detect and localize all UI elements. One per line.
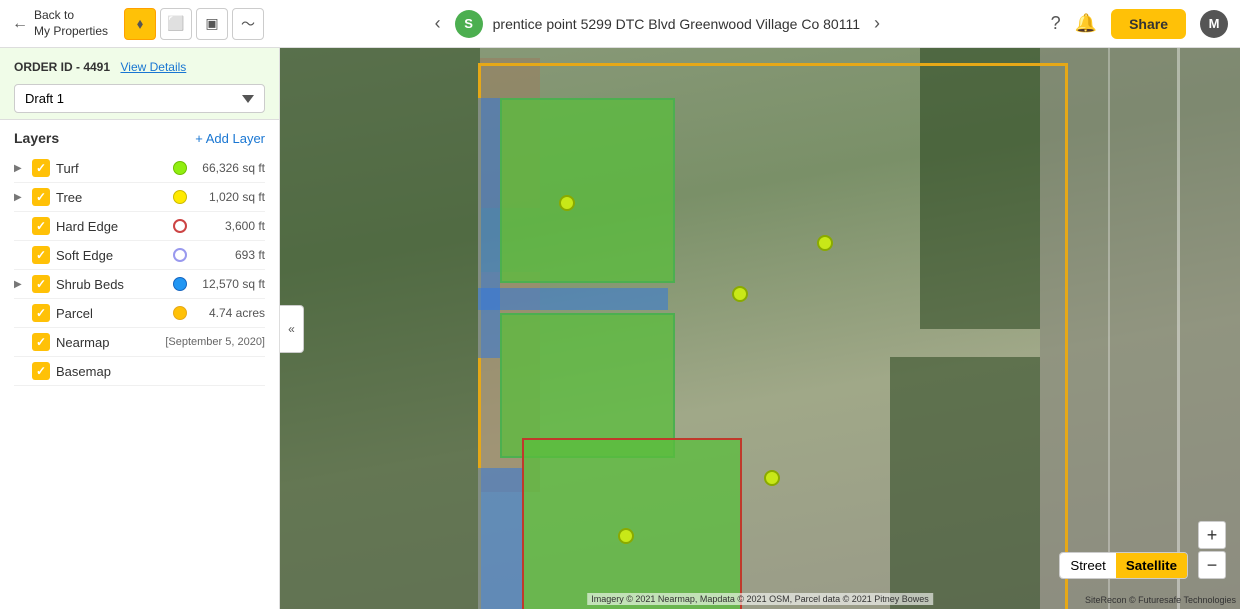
basemap-layer-name[interactable]: Basemap [56, 364, 265, 379]
user-avatar[interactable]: M [1200, 10, 1228, 38]
softedge-checkbox[interactable]: ✓ [32, 246, 50, 264]
softedge-value: 693 ft [195, 248, 265, 262]
map-marker-2[interactable] [732, 286, 748, 302]
prev-property-button[interactable]: ‹ [431, 9, 445, 38]
map-type-toggle: Street Satellite [1059, 552, 1188, 579]
street-view-button[interactable]: Street [1060, 553, 1116, 578]
shape-tool-button[interactable]: ⬜ [160, 8, 192, 40]
zoom-out-button[interactable]: − [1198, 551, 1226, 579]
expand-shrub-button[interactable]: ▶ [14, 279, 26, 290]
road-line-1 [1177, 48, 1180, 609]
expand-turf-button[interactable]: ▶ [14, 163, 26, 174]
property-name: prentice point 5299 DTC Blvd Greenwood V… [493, 16, 860, 32]
nav-center: ‹ S prentice point 5299 DTC Blvd Greenwo… [272, 9, 1043, 38]
tree-color-indicator [173, 190, 187, 204]
turf-layer-name[interactable]: Turf [56, 161, 165, 176]
back-button[interactable]: ← Back toMy Properties [12, 8, 112, 39]
tree-layer-name[interactable]: Tree [56, 190, 165, 205]
nav-right: ? 🔔 Share M [1051, 9, 1228, 39]
softedge-color-indicator [173, 248, 187, 262]
cursor-tool-button[interactable]: ⬧ [124, 8, 156, 40]
turf-value: 66,326 sq ft [195, 161, 265, 175]
tree-checkbox[interactable]: ✓ [32, 188, 50, 206]
back-arrow-icon: ← [12, 15, 28, 33]
layers-header: Layers + Add Layer [14, 130, 265, 146]
layer-row: ✓ Soft Edge 693 ft [14, 241, 265, 270]
turf-checkbox[interactable]: ✓ [32, 159, 50, 177]
zoom-in-button[interactable]: + [1198, 521, 1226, 549]
help-icon[interactable]: ? [1051, 13, 1061, 34]
shrub-color-indicator [173, 277, 187, 291]
basemap-checkbox[interactable]: ✓ [32, 362, 50, 380]
layer-row: ▶ ✓ Shrub Beds 12,570 sq ft [14, 270, 265, 299]
trees-right-top [920, 48, 1040, 329]
shrub-layer-name[interactable]: Shrub Beds [56, 277, 165, 292]
parcel-checkbox[interactable]: ✓ [32, 304, 50, 322]
order-header: ORDER ID - 4491 View Details Draft 1 [0, 48, 279, 120]
notifications-icon[interactable]: 🔔 [1075, 13, 1097, 34]
map-marker-5[interactable] [618, 528, 634, 544]
collapse-sidebar-button[interactable]: « [280, 305, 304, 353]
layers-title: Layers [14, 130, 59, 146]
layer-row: ✓ Nearmap [September 5, 2020] [14, 328, 265, 357]
building-area-2 [480, 58, 540, 208]
tree-value: 1,020 sq ft [195, 190, 265, 204]
layer-row: ✓ Basemap [14, 357, 265, 386]
softedge-layer-name[interactable]: Soft Edge [56, 248, 165, 263]
nearmap-layer-name[interactable]: Nearmap [56, 335, 161, 350]
layer-row: ▶ ✓ Turf 66,326 sq ft [14, 154, 265, 183]
map-marker-1[interactable] [559, 195, 575, 211]
siterecon-attribution: SiteRecon © Futuresafe Technologies [1085, 595, 1236, 605]
sidebar: ORDER ID - 4491 View Details Draft 1 Lay… [0, 48, 280, 609]
layer-row: ✓ Parcel 4.74 acres [14, 299, 265, 328]
layer-row: ✓ Hard Edge 3,600 ft [14, 212, 265, 241]
expand-tree-button[interactable]: ▶ [14, 192, 26, 203]
shrub-checkbox[interactable]: ✓ [32, 275, 50, 293]
map-container[interactable]: « Street Satellite + − Imagery © 2021 Ne… [280, 48, 1240, 609]
toolbar: ⬧ ⬜ ▣ 〜 [124, 8, 264, 40]
trees-left [280, 48, 480, 609]
satellite-view-button[interactable]: Satellite [1116, 553, 1187, 578]
layers-section: Layers + Add Layer ▶ ✓ Turf 66,326 sq ft… [0, 120, 279, 609]
map-attribution: Imagery © 2021 Nearmap, Mapdata © 2021 O… [587, 593, 933, 605]
hardedge-layer-name[interactable]: Hard Edge [56, 219, 165, 234]
top-nav: ← Back toMy Properties ⬧ ⬜ ▣ 〜 ‹ S prent… [0, 0, 1240, 48]
draft-selector[interactable]: Draft 1 [14, 84, 265, 113]
image-tool-button[interactable]: ▣ [196, 8, 228, 40]
back-label: Back toMy Properties [34, 8, 108, 39]
turf-color-indicator [173, 161, 187, 175]
layer-row: ▶ ✓ Tree 1,020 sq ft [14, 183, 265, 212]
view-details-link[interactable]: View Details [120, 60, 186, 74]
parcel-layer-name[interactable]: Parcel [56, 306, 165, 321]
share-button[interactable]: Share [1111, 9, 1186, 39]
building-area [480, 272, 540, 492]
map-marker-4[interactable] [764, 470, 780, 486]
parcel-color-indicator [173, 306, 187, 320]
measure-tool-button[interactable]: 〜 [232, 8, 264, 40]
nearmap-date: [September 5, 2020] [165, 336, 265, 348]
order-id: ORDER ID - 4491 [14, 60, 110, 74]
next-property-button[interactable]: › [870, 9, 884, 38]
map-marker-3[interactable] [817, 235, 833, 251]
parcel-value: 4.74 acres [195, 306, 265, 320]
main-content: ORDER ID - 4491 View Details Draft 1 Lay… [0, 48, 1240, 609]
hardedge-checkbox[interactable]: ✓ [32, 217, 50, 235]
hardedge-value: 3,600 ft [195, 219, 265, 233]
map-controls: + − [1198, 521, 1226, 579]
add-layer-button[interactable]: + Add Layer [195, 131, 265, 146]
trees-right-bottom [890, 357, 1040, 609]
nearmap-checkbox[interactable]: ✓ [32, 333, 50, 351]
hardedge-color-indicator [173, 219, 187, 233]
road-line-2 [1108, 48, 1110, 609]
shrub-value: 12,570 sq ft [195, 277, 265, 291]
property-logo: S [455, 10, 483, 38]
